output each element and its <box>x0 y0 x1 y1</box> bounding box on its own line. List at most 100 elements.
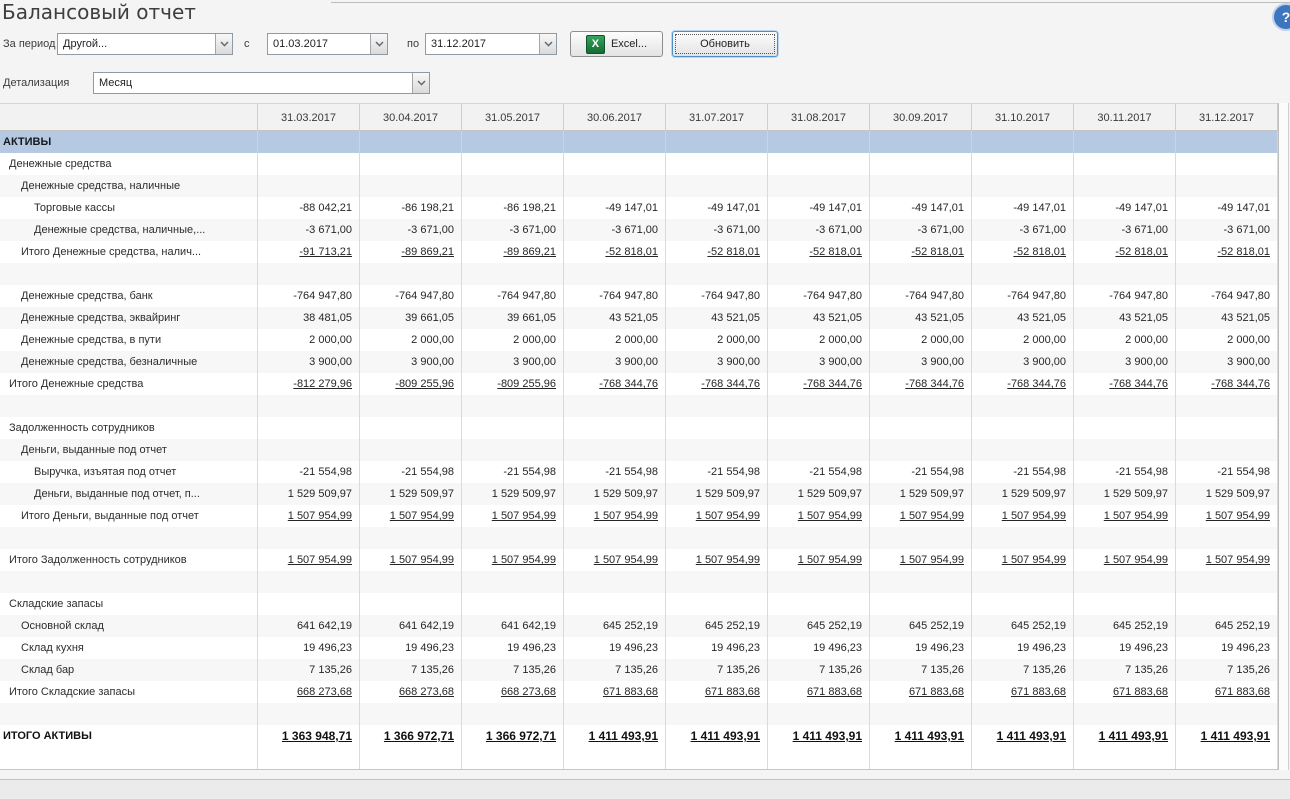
value-cell[interactable]: -52 818,01 <box>666 241 768 263</box>
refresh-button[interactable]: Обновить <box>672 31 778 57</box>
value-cell[interactable]: -52 818,01 <box>1074 241 1176 263</box>
value-cell[interactable]: 1 411 493,91 <box>564 725 666 747</box>
excel-export-button[interactable]: X Excel... <box>570 31 663 57</box>
value-cell[interactable]: 1 507 954,99 <box>1176 505 1278 527</box>
value-cell <box>1176 417 1278 439</box>
chevron-down-icon[interactable] <box>412 73 429 93</box>
value-cell[interactable]: 1 507 954,99 <box>972 549 1074 571</box>
value-cell[interactable]: -768 344,76 <box>564 373 666 395</box>
value-cell[interactable]: -809 255,96 <box>462 373 564 395</box>
value-cell <box>564 417 666 439</box>
value-cell[interactable]: -89 869,21 <box>360 241 462 263</box>
value-cell[interactable]: 1 411 493,91 <box>768 725 870 747</box>
value-cell[interactable]: 671 883,68 <box>564 681 666 703</box>
table-row-склад-бар[interactable]: Склад бар7 135,267 135,267 135,267 135,2… <box>0 659 1278 681</box>
table-row-итого-денежные-средства[interactable]: Итого Денежные средства-812 279,96-809 2… <box>0 373 1278 395</box>
value-cell[interactable]: 1 507 954,99 <box>564 505 666 527</box>
value-cell[interactable]: -91 713,21 <box>258 241 360 263</box>
value-cell[interactable]: 668 273,68 <box>360 681 462 703</box>
table-row-итого-денежные-средства-налич-[interactable]: Итого Денежные средства, налич...-91 713… <box>0 241 1278 263</box>
value-cell[interactable]: 1 507 954,99 <box>870 549 972 571</box>
value-cell[interactable]: 668 273,68 <box>258 681 360 703</box>
table-row-основной-склад[interactable]: Основной склад641 642,19641 642,19641 64… <box>0 615 1278 637</box>
value-cell <box>666 703 768 725</box>
value-cell[interactable]: 1 507 954,99 <box>768 505 870 527</box>
value-cell[interactable]: -768 344,76 <box>1176 373 1278 395</box>
value-cell[interactable]: -809 255,96 <box>360 373 462 395</box>
value-cell[interactable]: -812 279,96 <box>258 373 360 395</box>
value-cell[interactable]: -52 818,01 <box>768 241 870 263</box>
table-row-итого-активы[interactable]: ИТОГО АКТИВЫ1 363 948,711 366 972,711 36… <box>0 725 1278 747</box>
value-cell[interactable]: 1 507 954,99 <box>666 505 768 527</box>
date-from-select[interactable]: 01.03.2017 <box>267 33 388 55</box>
horizontal-scrollbar[interactable] <box>0 779 1290 799</box>
table-row-итого-складские-запасы[interactable]: Итого Складские запасы668 273,68668 273,… <box>0 681 1278 703</box>
value-cell[interactable]: 1 507 954,99 <box>462 505 564 527</box>
value-cell[interactable]: 1 363 948,71 <box>258 725 360 747</box>
table-row-выручка-изъятая-под-отчет[interactable]: Выручка, изъятая под отчет-21 554,98-21 … <box>0 461 1278 483</box>
table-row-денежные-средства-безналичные[interactable]: Денежные средства, безналичные3 900,003 … <box>0 351 1278 373</box>
chevron-down-icon[interactable] <box>215 34 232 54</box>
value-cell[interactable]: -768 344,76 <box>1074 373 1176 395</box>
value-cell[interactable]: -768 344,76 <box>666 373 768 395</box>
table-row-денежные-средства-наличные-[interactable]: Денежные средства, наличные,...-3 671,00… <box>0 219 1278 241</box>
value-cell[interactable]: 1 366 972,71 <box>360 725 462 747</box>
value-cell[interactable]: 1 507 954,99 <box>564 549 666 571</box>
chevron-down-icon[interactable] <box>539 34 556 54</box>
table-row-торговые-кассы[interactable]: Торговые кассы-88 042,21-86 198,21-86 19… <box>0 197 1278 219</box>
value-cell[interactable]: 1 411 493,91 <box>870 725 972 747</box>
value-cell[interactable]: -52 818,01 <box>972 241 1074 263</box>
value-cell <box>564 527 666 549</box>
value-cell[interactable]: 1 507 954,99 <box>258 549 360 571</box>
value-cell: 3 900,00 <box>870 351 972 373</box>
value-cell[interactable]: -768 344,76 <box>870 373 972 395</box>
period-select[interactable]: Другой... <box>57 33 233 55</box>
value-cell[interactable]: 1 411 493,91 <box>666 725 768 747</box>
value-cell[interactable]: 668 273,68 <box>462 681 564 703</box>
table-row-денежные-средства-эквайринг[interactable]: Денежные средства, эквайринг38 481,0539 … <box>0 307 1278 329</box>
value-cell[interactable]: 1 507 954,99 <box>666 549 768 571</box>
value-cell[interactable]: 1 507 954,99 <box>768 549 870 571</box>
value-cell[interactable]: -52 818,01 <box>564 241 666 263</box>
value-cell[interactable]: 671 883,68 <box>972 681 1074 703</box>
value-cell[interactable]: 1 507 954,99 <box>258 505 360 527</box>
value-cell[interactable]: 1 507 954,99 <box>870 505 972 527</box>
table-row-итого-задолженность-сотрудников[interactable]: Итого Задолженность сотрудников1 507 954… <box>0 549 1278 571</box>
table-row-денежные-средства-банк[interactable]: Денежные средства, банк-764 947,80-764 9… <box>0 285 1278 307</box>
table-row-денежные-средства-в-пути[interactable]: Денежные средства, в пути2 000,002 000,0… <box>0 329 1278 351</box>
help-icon[interactable]: ? <box>1272 3 1290 31</box>
value-cell[interactable]: 1 411 493,91 <box>972 725 1074 747</box>
value-cell[interactable]: 1 411 493,91 <box>1074 725 1176 747</box>
table-row-итого-деньги-выданные-под-отчет[interactable]: Итого Деньги, выданные под отчет1 507 95… <box>0 505 1278 527</box>
value-cell[interactable]: 1 366 972,71 <box>462 725 564 747</box>
value-cell[interactable]: 671 883,68 <box>1074 681 1176 703</box>
value-cell[interactable]: 1 507 954,99 <box>360 505 462 527</box>
value-cell <box>462 439 564 461</box>
value-cell <box>1176 395 1278 417</box>
value-cell[interactable]: 1 411 493,91 <box>1176 725 1278 747</box>
value-cell[interactable]: -768 344,76 <box>972 373 1074 395</box>
value-cell[interactable]: 1 507 954,99 <box>360 549 462 571</box>
value-cell[interactable]: 1 507 954,99 <box>1074 549 1176 571</box>
value-cell[interactable]: 1 507 954,99 <box>972 505 1074 527</box>
vertical-scrollbar[interactable] <box>1278 103 1289 770</box>
value-cell <box>360 439 462 461</box>
table-row-склад-кухня[interactable]: Склад кухня19 496,2319 496,2319 496,2319… <box>0 637 1278 659</box>
chevron-down-icon[interactable] <box>370 34 387 54</box>
value-cell[interactable]: -52 818,01 <box>870 241 972 263</box>
detail-select[interactable]: Месяц <box>93 72 430 94</box>
value-cell[interactable]: 671 883,68 <box>870 681 972 703</box>
value-cell[interactable]: 1 507 954,99 <box>462 549 564 571</box>
date-to-select[interactable]: 31.12.2017 <box>425 33 557 55</box>
value-cell[interactable]: -89 869,21 <box>462 241 564 263</box>
table-row-деньги-выданные-под-отчет-п-[interactable]: Деньги, выданные под отчет, п...1 529 50… <box>0 483 1278 505</box>
value-cell[interactable]: 671 883,68 <box>666 681 768 703</box>
table-row-blank-12 <box>0 395 1278 417</box>
value-cell[interactable]: 1 507 954,99 <box>1176 549 1278 571</box>
value-cell[interactable]: 1 507 954,99 <box>1074 505 1176 527</box>
value-cell[interactable]: 671 883,68 <box>1176 681 1278 703</box>
value-cell: -764 947,80 <box>768 285 870 307</box>
value-cell[interactable]: -52 818,01 <box>1176 241 1278 263</box>
value-cell[interactable]: -768 344,76 <box>768 373 870 395</box>
value-cell[interactable]: 671 883,68 <box>768 681 870 703</box>
